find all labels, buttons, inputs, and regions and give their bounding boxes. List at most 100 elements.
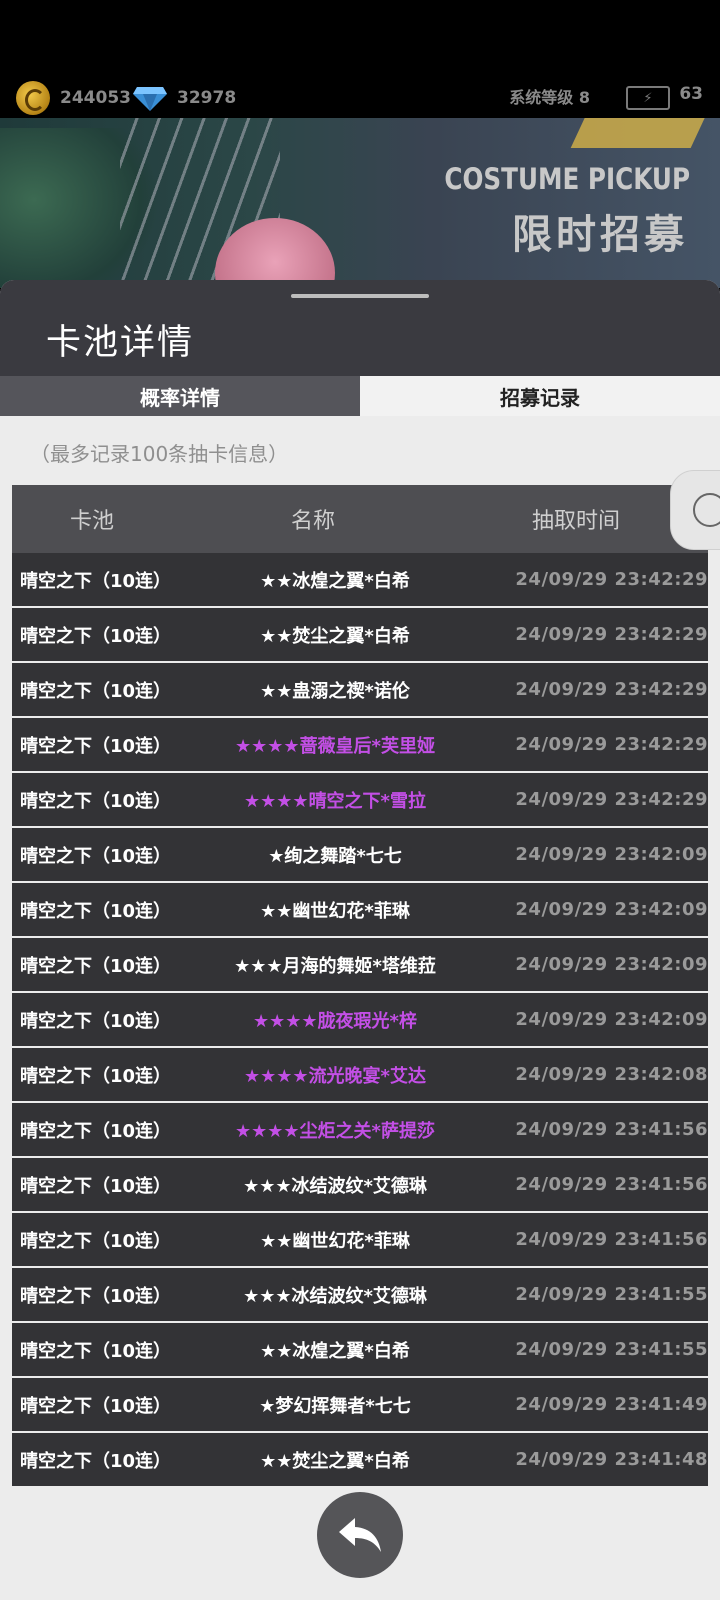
- row-time: 24/09/29 23:42:09: [515, 899, 708, 920]
- back-button[interactable]: [317, 1492, 403, 1578]
- table-row: 晴空之下（10连） ★★焚尘之翼*白希 24/09/29 23:42:29: [12, 608, 708, 661]
- energy-value: 63: [679, 84, 703, 104]
- row-pool: 晴空之下（10连）: [20, 1175, 172, 1197]
- row-time: 24/09/29 23:41:56: [515, 1229, 708, 1250]
- row-pool: 晴空之下（10连）: [20, 900, 172, 922]
- row-time: 24/09/29 23:41:56: [515, 1119, 708, 1140]
- row-time: 24/09/29 23:41:55: [515, 1339, 708, 1360]
- row-pool: 晴空之下（10连）: [20, 1450, 172, 1472]
- diamond-icon: [133, 87, 167, 111]
- row-name: ★★冰煌之翼*白希: [260, 570, 410, 592]
- table-row: 晴空之下（10连） ★★蛊溺之禊*诺伦 24/09/29 23:42:29: [12, 663, 708, 716]
- yellow-stripe-decoration: [570, 118, 710, 148]
- row-pool: 晴空之下（10连）: [20, 625, 172, 647]
- table-header: 卡池 名称 抽取时间: [12, 485, 708, 553]
- row-name: ★★★冰结波纹*艾德琳: [243, 1175, 427, 1197]
- row-name: ★★冰煌之翼*白希: [260, 1340, 410, 1362]
- battery-icon: ⚡: [626, 86, 670, 110]
- table-row: 晴空之下（10连） ★★幽世幻花*菲琳 24/09/29 23:41:56: [12, 1213, 708, 1266]
- column-header-time: 抽取时间: [531, 509, 620, 534]
- table-row: 晴空之下（10连） ★★★★流光晚宴*艾达 24/09/29 23:42:08: [12, 1048, 708, 1101]
- records-limit-note: （最多记录100条抽卡信息）: [30, 442, 289, 466]
- row-name: ★绚之舞踏*七七: [268, 845, 402, 867]
- row-time: 24/09/29 23:42:29: [515, 569, 708, 590]
- tab-recruit-records[interactable]: 招募记录: [360, 376, 720, 416]
- tab-bar: 概率详情 招募记录: [0, 376, 720, 416]
- table-row: 晴空之下（10连） ★★★★蔷薇皇后*芙里娅 24/09/29 23:42:29: [12, 718, 708, 771]
- row-pool: 晴空之下（10连）: [20, 570, 172, 592]
- system-level: 系统等级 8: [509, 88, 590, 107]
- diamond-value: 32978: [177, 88, 237, 108]
- gold-counter: 244053: [16, 80, 131, 116]
- table-row: 晴空之下（10连） ★★★★尘炬之关*萨提莎 24/09/29 23:41:56: [12, 1103, 708, 1156]
- row-time: 24/09/29 23:42:29: [515, 734, 708, 755]
- column-header-pool: 卡池: [69, 509, 114, 534]
- row-time: 24/09/29 23:41:49: [515, 1394, 708, 1415]
- row-time: 24/09/29 23:42:29: [515, 679, 708, 700]
- banner-title-cn: 限时招募: [512, 212, 688, 258]
- row-name: ★★★★流光晚宴*艾达: [244, 1065, 426, 1087]
- row-pool: 晴空之下（10连）: [20, 1010, 172, 1032]
- table-row: 晴空之下（10连） ★★冰煌之翼*白希 24/09/29 23:41:55: [12, 1323, 708, 1376]
- table-row: 晴空之下（10连） ★★焚尘之翼*白希 24/09/29 23:41:48: [12, 1433, 708, 1486]
- row-time: 24/09/29 23:42:09: [515, 844, 708, 865]
- coin-icon: [16, 81, 50, 115]
- tab-probability-details[interactable]: 概率详情: [0, 376, 360, 416]
- pool-details-panel: 卡池详情 概率详情 招募记录 （最多记录100条抽卡信息） 卡池 名称 抽取时间…: [0, 280, 720, 1600]
- row-name: ★★★★尘炬之关*萨提莎: [235, 1120, 435, 1142]
- row-pool: 晴空之下（10连）: [20, 1230, 172, 1252]
- row-pool: 晴空之下（10连）: [20, 1340, 172, 1362]
- row-pool: 晴空之下（10连）: [20, 680, 172, 702]
- panel-title: 卡池详情: [46, 323, 195, 363]
- table-row: 晴空之下（10连） ★★冰煌之翼*白希 24/09/29 23:42:29: [12, 553, 708, 606]
- row-name: ★★★★晴空之下*雪拉: [244, 790, 426, 812]
- row-time: 24/09/29 23:42:29: [515, 624, 708, 645]
- top-resource-bar: 244053 32978 系统等级 8 ⚡ 63: [0, 0, 720, 128]
- row-name: ★★蛊溺之禊*诺伦: [260, 680, 410, 702]
- table-row: 晴空之下（10连） ★梦幻挥舞者*七七 24/09/29 23:41:49: [12, 1378, 708, 1431]
- table-row: 晴空之下（10连） ★★幽世幻花*菲琳 24/09/29 23:42:09: [12, 883, 708, 936]
- row-time: 24/09/29 23:42:09: [515, 1009, 708, 1030]
- table-row: 晴空之下（10连） ★★★★晴空之下*雪拉 24/09/29 23:42:29: [12, 773, 708, 826]
- row-name: ★★★月海的舞姬*塔维菈: [234, 955, 436, 977]
- row-name: ★★★★蔷薇皇后*芙里娅: [235, 735, 435, 757]
- table-row: 晴空之下（10连） ★★★冰结波纹*艾德琳 24/09/29 23:41:55: [12, 1268, 708, 1321]
- drag-handle[interactable]: [291, 294, 429, 298]
- row-name: ★★★冰结波纹*艾德琳: [243, 1285, 427, 1307]
- event-banner: COSTUME PICKUP 限时招募: [0, 118, 720, 288]
- back-arrow-icon: [339, 1518, 381, 1552]
- row-pool: 晴空之下（10连）: [20, 845, 172, 867]
- row-time: 24/09/29 23:41:55: [515, 1284, 708, 1305]
- table-row: 晴空之下（10连） ★★★月海的舞姬*塔维菈 24/09/29 23:42:09: [12, 938, 708, 991]
- row-pool: 晴空之下（10连）: [20, 1120, 172, 1142]
- table-row: 晴空之下（10连） ★★★★胧夜瑕光*梓 24/09/29 23:42:09: [12, 993, 708, 1046]
- row-time: 24/09/29 23:42:29: [515, 789, 708, 810]
- row-pool: 晴空之下（10连）: [20, 1395, 172, 1417]
- row-pool: 晴空之下（10连）: [20, 790, 172, 812]
- row-time: 24/09/29 23:41:56: [515, 1174, 708, 1195]
- banner-title-en: COSTUME PICKUP: [444, 162, 690, 196]
- row-name: ★★焚尘之翼*白希: [260, 625, 410, 647]
- records-table: 卡池 名称 抽取时间 晴空之下（10连） ★★冰煌之翼*白希 24/09/29 23…: [12, 485, 708, 1486]
- headphones-icon: [693, 493, 720, 527]
- column-header-name: 名称: [290, 509, 335, 534]
- row-time: 24/09/29 23:42:09: [515, 954, 708, 975]
- gold-value: 244053: [60, 88, 131, 108]
- side-support-button[interactable]: [670, 470, 720, 550]
- row-pool: 晴空之下（10连）: [20, 1065, 172, 1087]
- row-time: 24/09/29 23:42:08: [515, 1064, 708, 1085]
- row-time: 24/09/29 23:41:48: [515, 1449, 708, 1470]
- row-name: ★★焚尘之翼*白希: [260, 1450, 410, 1472]
- row-pool: 晴空之下（10连）: [20, 955, 172, 977]
- row-pool: 晴空之下（10连）: [20, 735, 172, 757]
- table-body[interactable]: 晴空之下（10连） ★★冰煌之翼*白希 24/09/29 23:42:29 晴空之下（…: [12, 553, 708, 1486]
- table-row: 晴空之下（10连） ★绚之舞踏*七七 24/09/29 23:42:09: [12, 828, 708, 881]
- row-name: ★★幽世幻花*菲琳: [260, 1230, 410, 1252]
- diamond-counter: 32978: [133, 80, 236, 116]
- row-pool: 晴空之下（10连）: [20, 1285, 172, 1307]
- panel-header: 卡池详情: [0, 280, 720, 376]
- row-name: ★梦幻挥舞者*七七: [259, 1395, 411, 1417]
- table-row: 晴空之下（10连） ★★★冰结波纹*艾德琳 24/09/29 23:41:56: [12, 1158, 708, 1211]
- row-name: ★★幽世幻花*菲琳: [260, 900, 410, 922]
- row-name: ★★★★胧夜瑕光*梓: [253, 1010, 417, 1032]
